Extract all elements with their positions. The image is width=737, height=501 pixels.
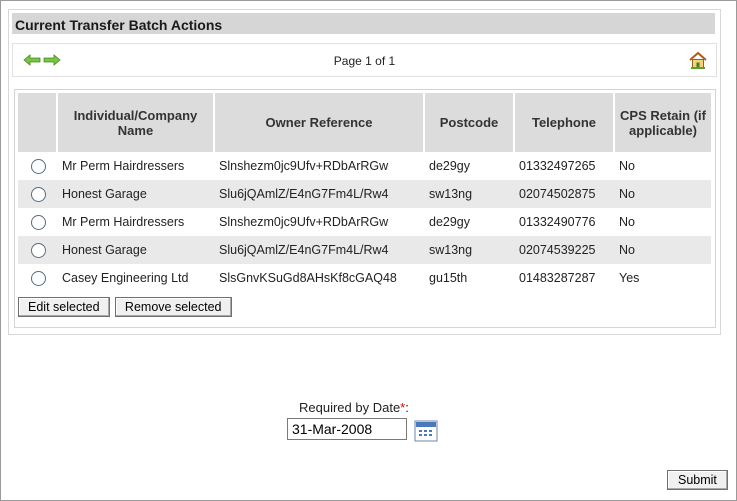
table-row: Honest Garage Slu6jQAmlZ/E4nG7Fm4L/Rw4 s…: [18, 180, 711, 208]
cell-owner-reference: Slnshezm0jc9Ufv+RDbArRGw: [219, 159, 389, 173]
cell-telephone: 01332490776: [519, 215, 596, 229]
cell-name: Mr Perm Hairdressers: [62, 215, 185, 229]
cell-telephone: 02074539225: [515, 236, 615, 264]
cell-name: Mr Perm Hairdressers: [62, 159, 185, 173]
required-date-label: Required by Date*:: [299, 400, 409, 415]
required-date-label-suffix: :: [405, 400, 409, 415]
calendar-icon[interactable]: [414, 420, 438, 442]
column-header-cps-retain: CPS Retain (if applicable): [615, 93, 711, 152]
column-header-telephone: Telephone: [515, 93, 615, 152]
cell-name: Casey Engineering Ltd: [62, 271, 189, 285]
required-date-label-text: Required by Date: [299, 400, 401, 415]
row-radio[interactable]: [30, 158, 46, 174]
cell-postcode: gu15th: [429, 271, 468, 285]
row-select-cell: [18, 236, 58, 264]
table-row: Casey Engineering Ltd SlsGnvKSuGd8AHsKf8…: [18, 264, 711, 292]
cell-postcode: de29gy: [429, 215, 471, 229]
column-header-select: [18, 93, 58, 152]
pager-bar: Page 1 of 1: [12, 43, 717, 77]
cell-telephone: 01332497265: [519, 159, 596, 173]
cell-cps-retain: No: [619, 215, 635, 229]
table-header-row: Individual/Company Name Owner Reference …: [18, 93, 711, 152]
row-radio[interactable]: [30, 242, 46, 258]
cell-cps-retain: No: [615, 180, 711, 208]
row-select-cell: [18, 180, 58, 208]
column-header-owner-reference: Owner Reference: [215, 93, 425, 152]
table-row: Honest Garage Slu6jQAmlZ/E4nG7Fm4L/Rw4 s…: [18, 236, 711, 264]
cell-cps-retain: No: [619, 159, 635, 173]
cell-cps-retain: Yes: [619, 271, 640, 285]
cell-postcode: sw13ng: [425, 180, 515, 208]
batch-table: Individual/Company Name Owner Reference …: [18, 93, 711, 292]
row-radio[interactable]: [30, 214, 46, 230]
cell-name: Honest Garage: [58, 236, 215, 264]
page-indicator: Page 1 of 1: [333, 54, 396, 68]
table-row: Mr Perm Hairdressers Slnshezm0jc9Ufv+RDb…: [18, 152, 711, 180]
panel-header: Current Transfer Batch Actions: [12, 13, 715, 34]
cell-name: Honest Garage: [58, 180, 215, 208]
row-radio[interactable]: [30, 186, 46, 202]
column-header-name: Individual/Company Name: [58, 93, 215, 152]
table-actions: Edit selected Remove selected: [18, 297, 234, 317]
cell-telephone: 02074502875: [515, 180, 615, 208]
cell-postcode: de29gy: [429, 159, 471, 173]
home-icon[interactable]: [688, 50, 708, 70]
row-select-cell: [18, 264, 58, 292]
cell-owner-reference: Slnshezm0jc9Ufv+RDbArRGw: [219, 215, 389, 229]
required-date-input[interactable]: [287, 418, 407, 440]
cell-telephone: 01483287287: [519, 271, 596, 285]
remove-selected-button[interactable]: Remove selected: [114, 297, 232, 317]
cell-postcode: sw13ng: [425, 236, 515, 264]
cell-cps-retain: No: [615, 236, 711, 264]
cell-owner-reference: SlsGnvKSuGd8AHsKf8cGAQ48: [219, 271, 397, 285]
panel-title: Current Transfer Batch Actions: [15, 17, 223, 33]
row-select-cell: [18, 208, 58, 236]
cell-owner-reference: Slu6jQAmlZ/E4nG7Fm4L/Rw4: [215, 236, 425, 264]
row-radio[interactable]: [30, 270, 46, 286]
edit-selected-button[interactable]: Edit selected: [18, 297, 110, 317]
cell-owner-reference: Slu6jQAmlZ/E4nG7Fm4L/Rw4: [215, 180, 425, 208]
column-header-postcode: Postcode: [425, 93, 515, 152]
row-select-cell: [18, 152, 58, 180]
transfer-batch-panel: Current Transfer Batch Actions Page 1 of…: [8, 9, 721, 335]
submit-button[interactable]: Submit: [667, 470, 728, 490]
table-row: Mr Perm Hairdressers Slnshezm0jc9Ufv+RDb…: [18, 208, 711, 236]
batch-table-container: Individual/Company Name Owner Reference …: [14, 89, 716, 328]
